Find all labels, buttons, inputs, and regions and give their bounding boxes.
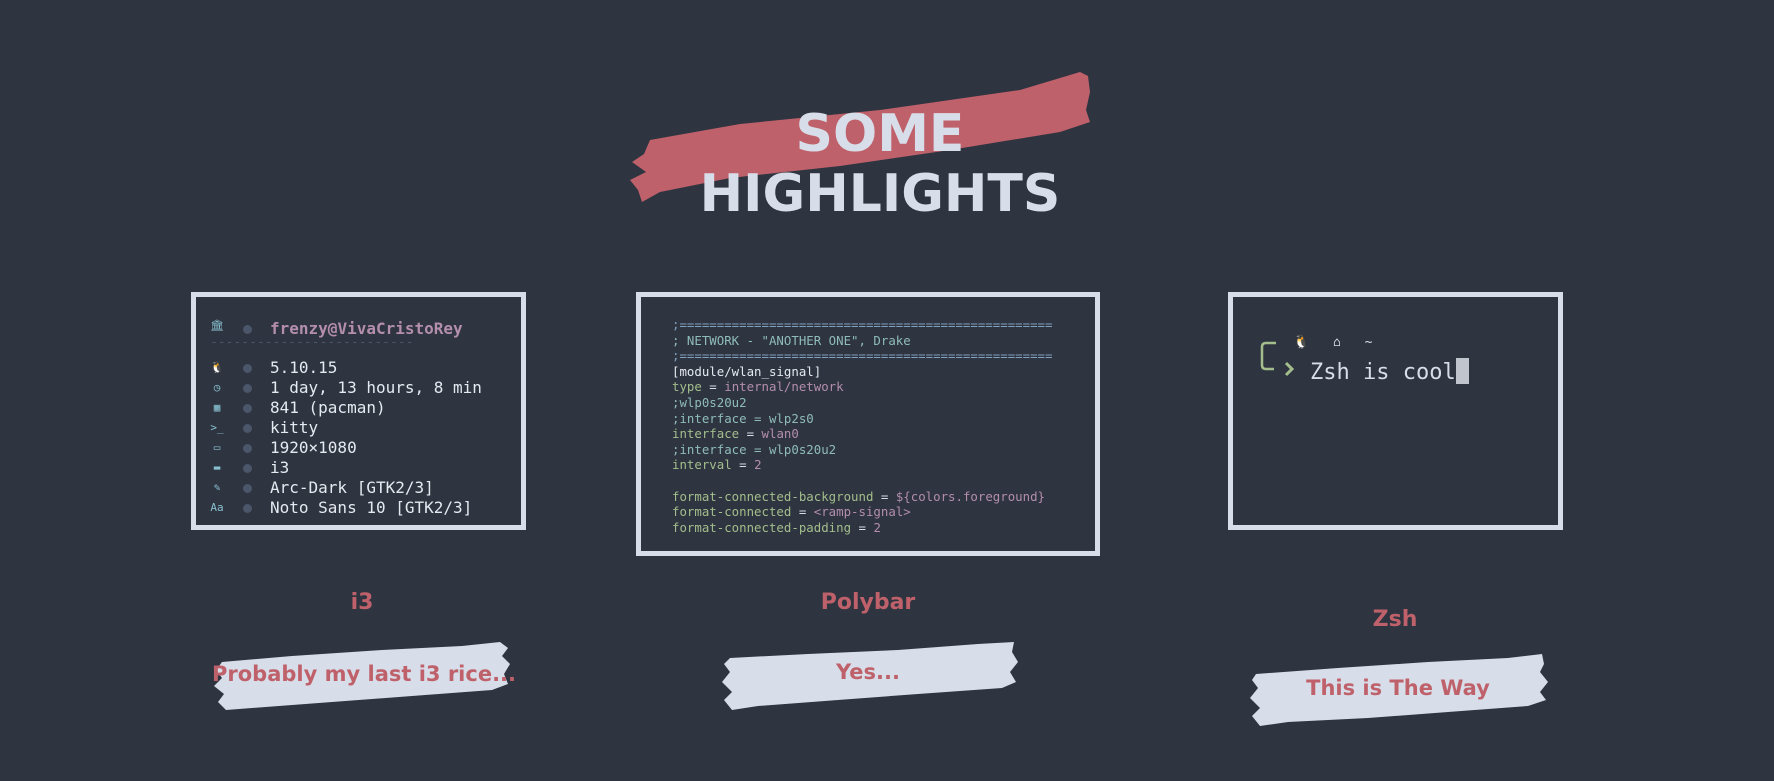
code-line: format-connected = <ramp-signal> xyxy=(672,504,911,519)
card-label-i3: i3 xyxy=(350,590,374,615)
neofetch-row: ▭ 1920×1080 xyxy=(196,438,521,458)
code-token: format-connected-padding xyxy=(672,519,852,535)
code-line: ;interface = wlp0s20u2 xyxy=(672,442,836,457)
code-token: = xyxy=(701,379,725,395)
code-token: ;interface = wlp2s0 xyxy=(672,410,814,426)
code-token: = xyxy=(791,504,814,520)
font-icon: Aa xyxy=(210,501,224,514)
neofetch-value: Arc-Dark [GTK2/3] xyxy=(270,478,434,497)
code-token: [module/wlan_signal] xyxy=(672,363,822,379)
code-token: 2 xyxy=(754,457,762,473)
code-token: = xyxy=(873,488,896,504)
code-token: format-connected xyxy=(672,504,792,520)
neofetch-row: ▬ i3 xyxy=(196,458,521,478)
card-label-polybar: Polybar xyxy=(820,590,916,615)
bank-icon: 🏛 xyxy=(210,319,224,332)
code-token: = xyxy=(739,426,762,442)
window-icon: ▬ xyxy=(213,461,221,474)
title-block: SOME HIGHLIGHTS xyxy=(620,62,1140,224)
neofetch-value: Noto Sans 10 [GTK2/3] xyxy=(270,498,473,517)
clock-icon: ◷ xyxy=(213,381,221,394)
zsh-prompt-panel: 🐧 ⌂ ~ Zsh is cool xyxy=(1228,292,1563,530)
code-token: = xyxy=(731,457,755,473)
code-token: ; NETWORK - "ANOTHER ONE", Drake xyxy=(672,332,911,348)
bullet-dot xyxy=(243,484,252,493)
code-token: = xyxy=(851,519,874,535)
code-line: ;=======================================… xyxy=(672,348,1052,363)
neofetch-value: i3 xyxy=(270,458,290,477)
code-token: type xyxy=(672,379,702,395)
code-line: ; NETWORK - "ANOTHER ONE", Drake xyxy=(672,333,911,348)
code-line: interval = 2 xyxy=(672,457,762,472)
page-title: SOME HIGHLIGHTS xyxy=(699,104,1061,224)
neofetch-row: Aa Noto Sans 10 [GTK2/3] xyxy=(196,498,521,518)
prompt-arrow-icon xyxy=(1260,341,1295,377)
code-token: interface xyxy=(672,426,740,442)
neofetch-value: 1920×1080 xyxy=(270,438,357,457)
package-icon: ▦ xyxy=(213,401,221,414)
zsh-command-line: Zsh is cool xyxy=(1310,358,1469,385)
bullet-dot xyxy=(243,424,252,433)
bullet-dot xyxy=(243,325,252,334)
bullet-dot xyxy=(243,364,252,373)
bullet-dot xyxy=(243,504,252,513)
code-token: ;=======================================… xyxy=(672,348,1053,364)
neofetch-value: 1 day, 13 hours, 8 min xyxy=(270,378,482,397)
caption-polybar: Yes... xyxy=(718,636,1018,712)
brush-icon: ✎ xyxy=(213,481,221,494)
neofetch-value: 841 (pacman) xyxy=(270,398,386,417)
caption-zsh: This is The Way xyxy=(1248,650,1548,726)
code-token: wlan0 xyxy=(761,426,799,442)
neofetch-separator: -------------------------- xyxy=(210,335,414,350)
zsh-status-icons: 🐧 ⌂ ~ xyxy=(1293,335,1381,350)
code-line: ;interface = wlp2s0 xyxy=(672,411,814,426)
code-token: ;wlp0s20u2 xyxy=(672,395,747,410)
bullet-dot xyxy=(243,464,252,473)
code-token: <ramp-signal> xyxy=(813,504,911,520)
terminal-icon: >_ xyxy=(210,421,224,434)
code-line: ;wlp0s20u2 xyxy=(672,395,747,410)
neofetch-row: ◷ 1 day, 13 hours, 8 min xyxy=(196,378,521,398)
polybar-config-panel: ;=======================================… xyxy=(636,292,1100,556)
bullet-dot xyxy=(243,404,252,413)
code-line: interface = wlan0 xyxy=(672,426,799,441)
code-token: ;=======================================… xyxy=(672,317,1053,332)
code-line: ;=======================================… xyxy=(672,317,1052,332)
caption-zsh-text: This is The Way xyxy=(1306,676,1490,700)
neofetch-row: >_ kitty xyxy=(196,418,521,438)
text-cursor xyxy=(1455,358,1469,384)
code-line: format-connected-background = ${colors.f… xyxy=(672,489,1045,504)
neofetch-row: ✎ Arc-Dark [GTK2/3] xyxy=(196,478,521,498)
bullet-dot xyxy=(243,384,252,393)
code-token: ;interface = wlp0s20u2 xyxy=(672,441,837,457)
code-token: format-connected-background xyxy=(672,488,874,504)
monitor-icon: ▭ xyxy=(213,441,221,454)
neofetch-row: 🐧 5.10.15 xyxy=(196,358,521,378)
bullet-dot xyxy=(243,444,252,453)
caption-i3-text: Probably my last i3 rice... xyxy=(212,662,517,686)
code-token: internal/network xyxy=(724,379,844,395)
i3-neofetch-panel: 🏛 frenzy@VivaCristoRey -----------------… xyxy=(191,292,526,530)
code-token: interval xyxy=(672,457,732,473)
neofetch-row: ▦ 841 (pacman) xyxy=(196,398,521,418)
code-line: [module/wlan_signal] xyxy=(672,364,821,379)
code-line: type = internal/network xyxy=(672,379,844,394)
neofetch-value: kitty xyxy=(270,418,319,437)
caption-i3: Probably my last i3 rice... xyxy=(212,636,517,712)
caption-polybar-text: Yes... xyxy=(836,660,900,684)
card-label-zsh: Zsh xyxy=(1372,607,1418,632)
code-token: 2 xyxy=(873,519,881,535)
code-line: format-connected-padding = 2 xyxy=(672,520,881,535)
linux-icon: 🐧 xyxy=(210,361,224,374)
code-token: ${colors.foreground} xyxy=(895,488,1046,504)
neofetch-value: 5.10.15 xyxy=(270,358,338,377)
zsh-command-text: Zsh is cool xyxy=(1310,360,1456,385)
